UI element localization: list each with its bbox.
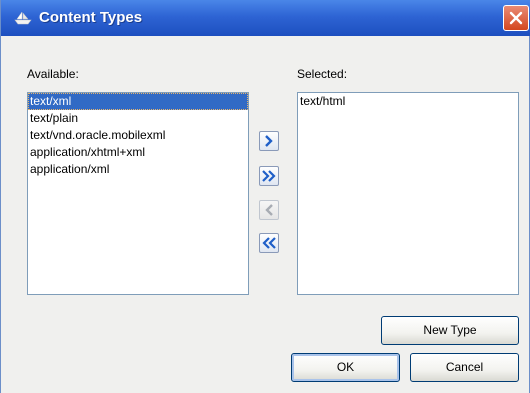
title-bar[interactable]: Content Types bbox=[1, 0, 530, 36]
move-all-right-button[interactable] bbox=[259, 166, 279, 186]
move-left-button[interactable] bbox=[259, 200, 279, 220]
list-item[interactable]: text/html bbox=[298, 93, 518, 110]
move-right-button[interactable] bbox=[259, 131, 279, 151]
list-item[interactable]: text/vnd.oracle.mobilexml bbox=[28, 127, 248, 144]
new-type-button[interactable]: New Type bbox=[381, 316, 519, 345]
list-item[interactable]: text/plain bbox=[28, 110, 248, 127]
content-types-dialog: Content Types Available: text/xml text/pl… bbox=[0, 0, 530, 393]
list-item[interactable]: application/xhtml+xml bbox=[28, 144, 248, 161]
selected-label: Selected: bbox=[297, 67, 348, 81]
available-label: Available: bbox=[27, 67, 79, 81]
available-list[interactable]: text/xml text/plain text/vnd.oracle.mobile… bbox=[27, 92, 249, 295]
list-item[interactable]: text/xml bbox=[28, 93, 248, 110]
move-all-left-button[interactable] bbox=[259, 233, 279, 253]
ok-button[interactable]: OK bbox=[291, 353, 400, 382]
dialog-title: Content Types bbox=[39, 9, 143, 26]
close-button[interactable] bbox=[503, 5, 529, 31]
selected-list[interactable]: text/html bbox=[297, 92, 519, 295]
cancel-button[interactable]: Cancel bbox=[410, 353, 519, 382]
ship-icon bbox=[13, 11, 33, 25]
list-item[interactable]: application/xml bbox=[28, 161, 248, 178]
